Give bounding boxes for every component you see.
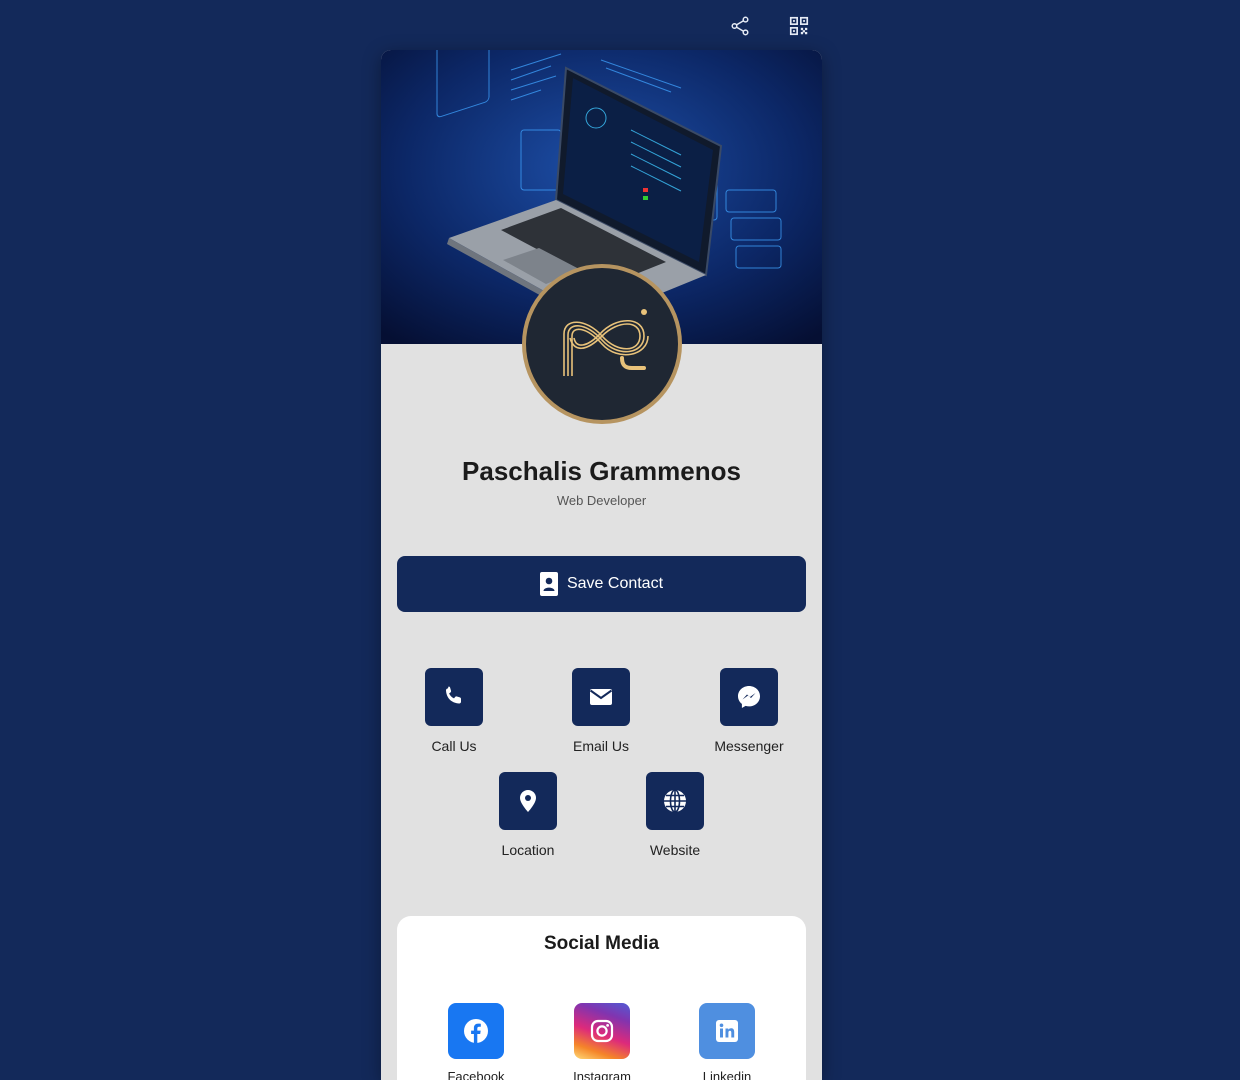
email-us-icon-box — [572, 668, 630, 726]
instagram-icon — [590, 1019, 614, 1043]
website-icon-box — [646, 772, 704, 830]
linkedin-link[interactable]: Linkedin — [677, 1003, 777, 1080]
map-pin-icon — [520, 790, 536, 812]
share-button[interactable] — [725, 12, 755, 40]
share-icon — [731, 16, 749, 36]
messenger-icon-box — [720, 668, 778, 726]
website-label: Website — [649, 842, 701, 858]
envelope-icon — [589, 689, 613, 705]
call-us-label: Call Us — [431, 738, 477, 754]
call-us-icon-box — [425, 668, 483, 726]
phone-icon — [446, 686, 461, 704]
qr-code-icon — [789, 16, 809, 36]
messenger-button[interactable]: Messenger — [694, 668, 804, 754]
qr-code-button[interactable] — [784, 12, 814, 40]
instagram-link[interactable]: Instagram — [552, 1003, 652, 1080]
save-contact-label: Save Contact — [566, 575, 664, 592]
messenger-label: Messenger — [714, 738, 784, 754]
email-us-button[interactable]: Email Us — [546, 668, 656, 754]
messenger-icon — [738, 686, 760, 708]
linkedin-icon — [716, 1020, 738, 1042]
location-label: Location — [501, 842, 555, 858]
social-media-panel: Social Media Facebook Instagram Linkedin — [397, 916, 806, 1080]
location-icon-box — [499, 772, 557, 830]
email-us-label: Email Us — [572, 738, 629, 754]
linkedin-icon-box — [699, 1003, 755, 1059]
website-button[interactable]: Website — [620, 772, 730, 858]
avatar — [522, 264, 682, 424]
instagram-icon-box — [574, 1003, 630, 1059]
profile-card: Paschalis Grammenos Web Developer Save C… — [381, 50, 822, 1080]
contact-card-icon — [539, 572, 558, 596]
social-media-title: Social Media — [543, 933, 660, 954]
facebook-icon — [464, 1019, 488, 1043]
save-contact-button[interactable]: Save Contact — [397, 556, 806, 612]
call-us-button[interactable]: Call Us — [399, 668, 509, 754]
location-button[interactable]: Location — [473, 772, 583, 858]
globe-icon — [664, 789, 686, 813]
profile-name: Paschalis Grammenos — [462, 456, 741, 486]
facebook-link[interactable]: Facebook — [426, 1003, 526, 1080]
profile-role: Web Developer — [556, 493, 647, 508]
facebook-icon-box — [448, 1003, 504, 1059]
logo-icon — [563, 309, 649, 376]
